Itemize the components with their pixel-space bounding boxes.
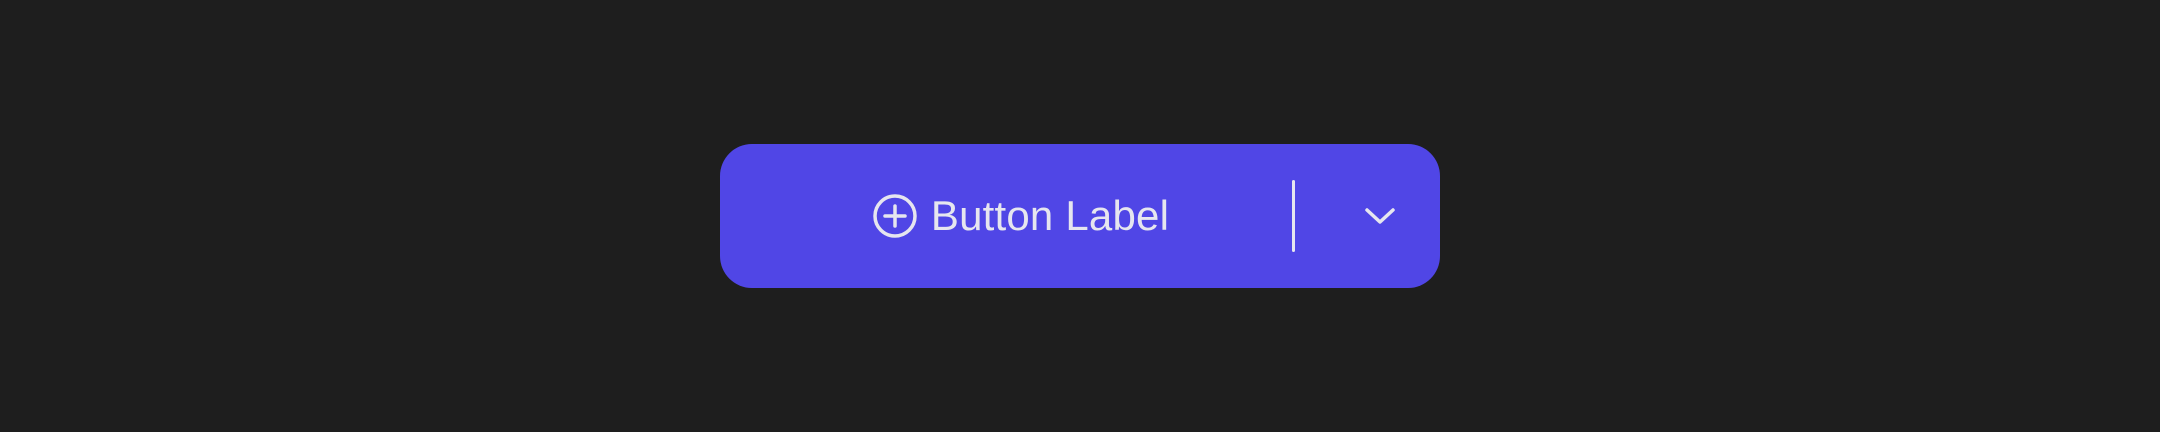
primary-action-button[interactable]: Button Label [720, 144, 1280, 288]
split-divider [1292, 180, 1295, 252]
chevron-down-icon [1362, 198, 1398, 234]
split-button: Button Label [720, 144, 1440, 288]
button-label: Button Label [930, 192, 1170, 239]
dropdown-toggle-button[interactable] [1320, 144, 1440, 288]
plus-circle-icon [871, 192, 919, 240]
